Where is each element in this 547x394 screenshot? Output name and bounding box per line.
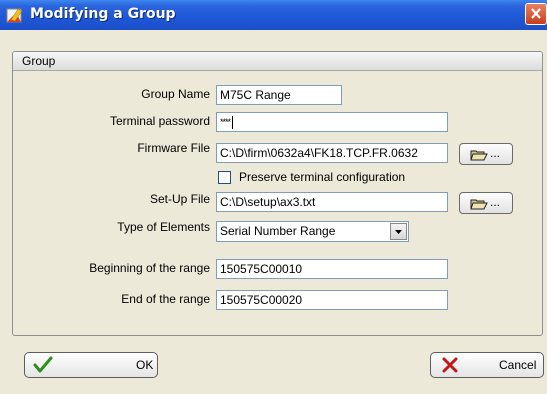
group-header-label: Group (22, 54, 56, 68)
firmware-file-label: Firmware File (137, 141, 210, 155)
browse-dots: ... (490, 195, 501, 209)
range-begin-label: Beginning of the range (89, 261, 210, 275)
firmware-file-input[interactable]: C:\D\firm\0632a4\FK18.TCP.FR.0632 (216, 143, 448, 163)
text-cursor (232, 116, 234, 130)
setup-file-input[interactable]: C:\D\setup\ax3.txt (216, 192, 448, 212)
group-name-input[interactable]: M75C Range (216, 85, 342, 105)
range-end-label: End of the range (121, 292, 210, 306)
firmware-browse-button[interactable]: ... (459, 143, 513, 165)
range-begin-input[interactable]: 150575C00010 (216, 259, 448, 279)
title-bar: Modifying a Group (0, 0, 547, 30)
app-icon (6, 8, 23, 23)
type-of-elements-value: Serial Number Range (220, 224, 336, 238)
type-of-elements-select[interactable]: Serial Number Range (216, 221, 409, 242)
ok-button[interactable]: OK (24, 352, 158, 378)
ok-label: OK (136, 358, 154, 372)
check-icon (33, 356, 53, 373)
browse-dots: ... (490, 146, 501, 160)
setup-file-label: Set-Up File (149, 192, 210, 206)
group-header: Group (13, 52, 542, 71)
terminal-password-input[interactable]: **** (216, 112, 448, 132)
group-name-label: Group Name (141, 87, 210, 101)
cancel-label: Cancel (499, 358, 537, 372)
cancel-x-icon (442, 357, 458, 373)
dropdown-arrow[interactable] (390, 223, 407, 240)
folder-icon (470, 199, 488, 210)
preserve-config-checkbox[interactable] (218, 171, 231, 184)
cancel-button[interactable]: Cancel (430, 352, 544, 378)
folder-icon (470, 150, 488, 161)
preserve-config-label: Preserve terminal configuration (239, 170, 406, 184)
close-icon (531, 8, 541, 19)
chevron-down-icon (395, 230, 402, 234)
range-end-input[interactable]: 150575C00020 (216, 290, 448, 310)
close-button[interactable] (525, 3, 547, 25)
password-mask: **** (220, 117, 231, 127)
terminal-password-label: Terminal password (109, 114, 210, 128)
type-of-elements-label: Type of Elements (117, 220, 210, 234)
window-title: Modifying a Group (30, 6, 176, 22)
setup-browse-button[interactable]: ... (459, 192, 513, 214)
